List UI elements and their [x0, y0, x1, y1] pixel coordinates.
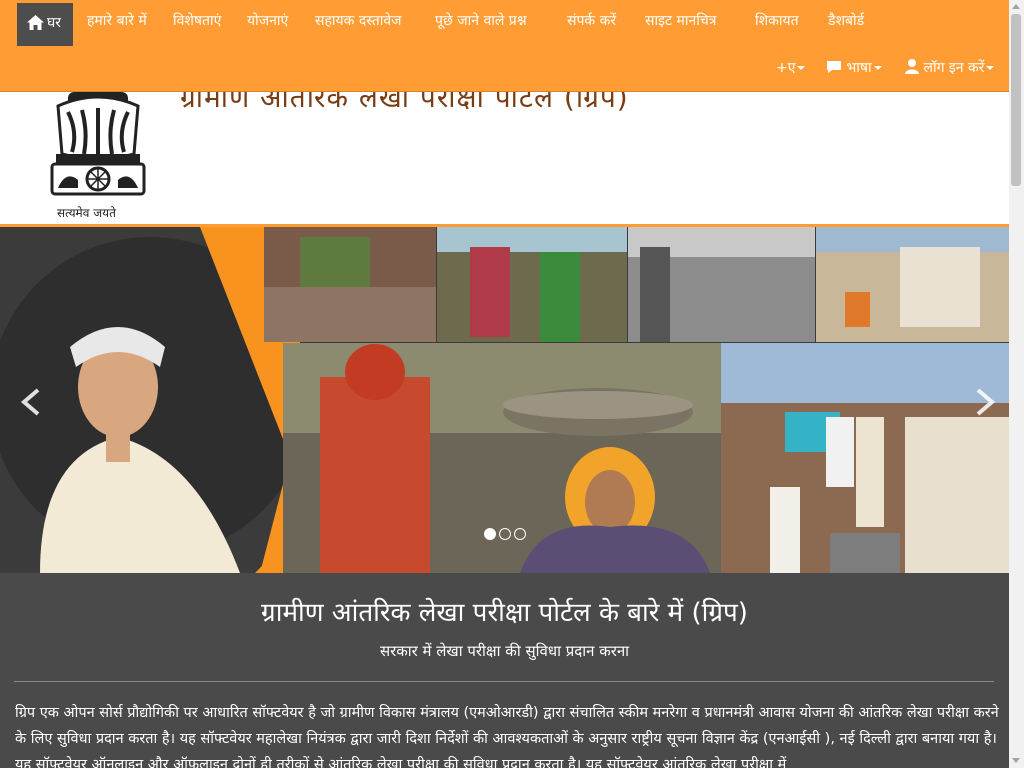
nav-item-about[interactable]: हमारे बारे में — [87, 0, 147, 46]
nav-item-schemes[interactable]: योजनाएं — [247, 0, 288, 46]
page-scrollbar[interactable] — [1009, 0, 1024, 768]
nav-item-sitemap[interactable]: साइट मानचित्र — [645, 0, 716, 46]
nav-home-link[interactable]: घर — [17, 3, 73, 46]
home-icon — [27, 15, 44, 30]
language-dropdown[interactable]: भाषा — [826, 46, 882, 91]
nav-item-documents[interactable]: सहायक दस्तावेज — [315, 0, 402, 46]
font-size-dropdown[interactable]: +ए — [776, 46, 806, 91]
carousel-indicator[interactable] — [514, 528, 526, 540]
nav-item-contact[interactable]: संपर्क करें — [567, 0, 616, 46]
nav-home-label: घर — [47, 15, 61, 31]
scrollbar-thumb[interactable] — [1011, 14, 1021, 186]
user-icon — [905, 59, 919, 74]
about-heading: ग्रामीण आंतरिक लेखा परीक्षा पोर्टल के बा… — [261, 598, 748, 628]
chevron-down-icon — [986, 66, 995, 70]
nav-item-faq[interactable]: पूछे जाने वाले प्रश्न — [435, 0, 527, 46]
about-subheading: सरकार में लेखा परीक्षा की सुविधा प्रदान … — [379, 642, 630, 660]
carousel-indicator[interactable] — [499, 528, 511, 540]
language-label: भाषा — [846, 60, 872, 76]
chevron-down-icon — [873, 66, 882, 70]
scroll-down-arrow-icon[interactable] — [1012, 758, 1020, 763]
about-body-text: ग्रिप एक ओपन सोर्स प्रौद्योगिकी पर आधारि… — [15, 705, 999, 768]
nav-item-dashboard[interactable]: डैशबोर्ड — [828, 0, 864, 46]
nav-item-complaint[interactable]: शिकायत — [755, 0, 799, 46]
comment-icon — [827, 61, 841, 73]
national-emblem-icon — [50, 92, 146, 196]
carousel-slide-image — [0, 227, 1009, 573]
chevron-down-icon — [797, 66, 806, 70]
carousel-indicator[interactable] — [484, 528, 496, 540]
login-label: लॉग इन करें — [923, 60, 985, 76]
font-size-label: +ए — [776, 60, 796, 76]
carousel-next-icon[interactable] — [968, 387, 998, 417]
top-navbar: घर हमारे बारे में विशेषताएं योजनाएं सहाय… — [0, 0, 1009, 92]
image-carousel — [0, 227, 1009, 573]
carousel-indicators — [484, 525, 529, 544]
header-banner: ग्रामीण आंतरिक लेखा परीक्षा पोर्टल (ग्रि… — [0, 92, 1009, 225]
about-divider — [14, 681, 994, 682]
portal-title: ग्रामीण आंतरिक लेखा परीक्षा पोर्टल (ग्रि… — [180, 92, 629, 114]
emblem-motto: सत्यमेव जयते — [57, 206, 116, 220]
nav-item-features[interactable]: विशेषताएं — [173, 0, 221, 46]
login-dropdown[interactable]: लॉग इन करें — [905, 46, 995, 91]
about-section: ग्रामीण आंतरिक लेखा परीक्षा पोर्टल के बा… — [0, 573, 1009, 768]
carousel-prev-icon[interactable] — [18, 387, 48, 417]
scroll-up-arrow-icon[interactable] — [1012, 4, 1020, 9]
